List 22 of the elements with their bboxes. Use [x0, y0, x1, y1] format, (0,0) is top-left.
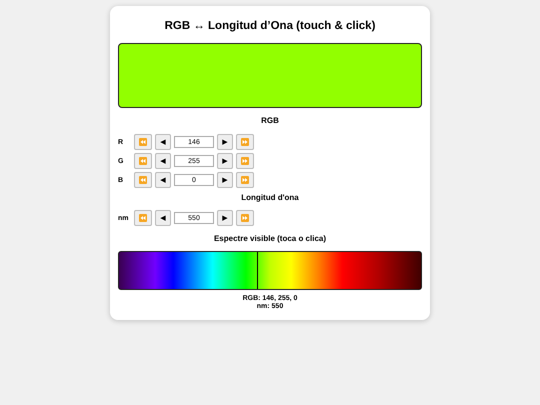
fast-forward-icon	[241, 138, 249, 146]
fast-back-button[interactable]	[134, 134, 152, 150]
fast-forward-icon	[241, 214, 249, 222]
rewind-icon	[139, 157, 147, 165]
app-title: RGB ↔ Longitud d’Ona (touch & click)	[164, 20, 376, 34]
spectrum-marker[interactable]	[257, 252, 258, 289]
fast-forward-icon	[241, 176, 249, 184]
fast-forward-button[interactable]	[236, 134, 254, 150]
fast-back-button[interactable]	[134, 210, 152, 226]
section-heading: RGB	[260, 116, 280, 125]
section-heading: Espectre visible (toca o clica)	[212, 234, 328, 243]
fast-forward-button[interactable]	[236, 153, 254, 169]
fast-forward-button[interactable]	[236, 172, 254, 188]
rewind-icon	[139, 214, 147, 222]
fast-forward-button[interactable]	[236, 210, 254, 226]
fast-forward-icon	[241, 157, 249, 165]
rewind-icon	[139, 176, 147, 184]
spectrum-bar[interactable]	[118, 251, 422, 290]
section-heading: Longitud d'ona	[240, 193, 300, 202]
fast-back-button[interactable]	[134, 153, 152, 169]
rewind-icon	[139, 138, 147, 146]
fast-back-button[interactable]	[134, 172, 152, 188]
